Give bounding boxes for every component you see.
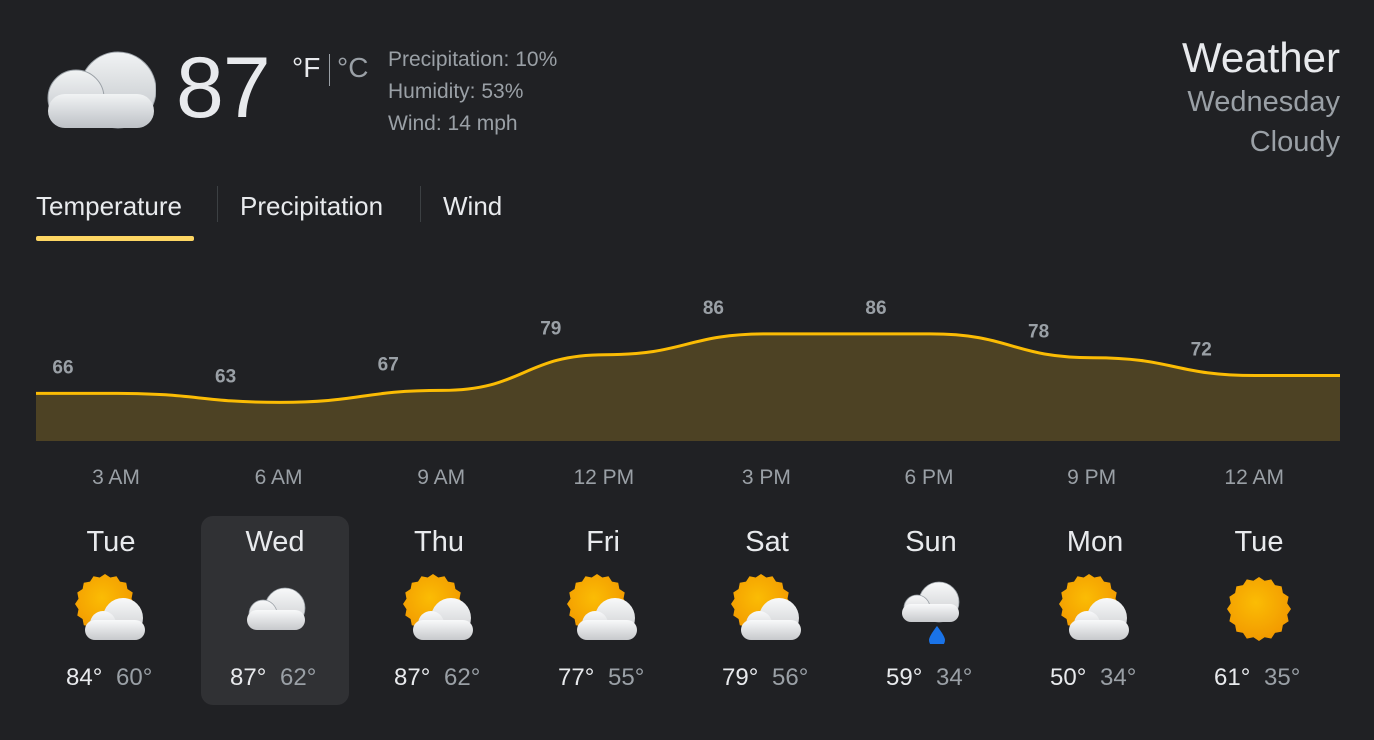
day-forecast-4[interactable]: Sat 79° 56° (693, 516, 841, 705)
day-name: Tue (1234, 526, 1284, 558)
temperature-data-label: 86 (703, 298, 724, 319)
cloudy-icon (47, 51, 156, 129)
temperature-area (36, 333, 1340, 441)
day-high-temp: 77° (558, 664, 595, 691)
day-name: Tue (86, 526, 136, 558)
humidity-stat: Humidity: 53% (388, 80, 524, 103)
tab-precipitation[interactable]: Precipitation (240, 188, 383, 224)
current-condition: Cloudy (1249, 126, 1340, 158)
temperature-data-label: 67 (378, 354, 399, 375)
day-low-temp: 34° (1100, 664, 1137, 691)
day-high-temp: 59° (886, 664, 923, 691)
tab-divider (217, 186, 218, 222)
day-name: Sun (905, 526, 957, 558)
day-low-temp: 56° (772, 664, 809, 691)
unit-divider (329, 54, 330, 86)
day-name: Mon (1066, 526, 1124, 558)
temperature-data-label: 66 (52, 357, 73, 378)
day-forecast-2[interactable]: Thu 87° 62° (365, 516, 513, 705)
tab-wind: Wind (443, 191, 503, 221)
partly-cloudy-icon (1059, 574, 1129, 640)
hour-label: 9 AM (417, 466, 466, 489)
partly-cloudy-icon (567, 574, 637, 640)
unit-fahrenheit-toggle[interactable]: °F (292, 52, 320, 84)
day-low-temp: 62° (444, 664, 481, 691)
day-high-temp: 87° (230, 664, 267, 691)
weather-title: Weather (1182, 34, 1340, 81)
hour-label: 3 PM (741, 466, 791, 489)
current-day: Wednesday (1187, 86, 1340, 118)
temperature-data-label: 63 (215, 366, 236, 387)
day-name: Sat (745, 526, 789, 558)
day-low-temp: 34° (936, 664, 973, 691)
day-low-temp: 62° (280, 664, 317, 691)
hour-label: 12 PM (573, 466, 635, 489)
sunny-icon (1227, 577, 1291, 641)
temperature-chart: 66 63 67 79 86 86 78 72 (35, 298, 1340, 441)
partly-cloudy-icon (403, 574, 473, 640)
precipitation-stat: Precipitation: 10% (388, 48, 558, 71)
day-high-temp: 79° (722, 664, 759, 691)
temperature-data-label: 86 (865, 298, 886, 319)
day-high-temp: 87° (394, 664, 431, 691)
day-low-temp: 35° (1264, 664, 1301, 691)
day-name: Fri (586, 526, 620, 558)
day-forecast-5[interactable]: Sun 59° 34° (857, 516, 1005, 705)
hour-label: 9 PM (1067, 466, 1117, 489)
tab-temperature[interactable]: Temperature (36, 188, 182, 224)
day-name: Wed (245, 526, 305, 558)
partly-cloudy-icon (731, 574, 801, 640)
wind-stat: Wind: 14 mph (388, 112, 518, 135)
day-forecast-3[interactable]: Fri 77° 55° (529, 516, 677, 705)
hour-label: 6 PM (904, 466, 954, 489)
partly-cloudy-icon (75, 574, 145, 640)
unit-celsius-toggle[interactable]: °C (337, 52, 368, 84)
temperature-data-label: 78 (1028, 322, 1049, 343)
day-high-temp: 50° (1050, 664, 1087, 691)
cloudy-icon (247, 587, 306, 630)
day-low-temp: 60° (116, 664, 153, 691)
tab-divider (420, 186, 421, 222)
day-low-temp: 55° (608, 664, 645, 691)
day-high-temp: 61° (1214, 664, 1251, 691)
day-forecast-6[interactable]: Mon 50° 34° (1021, 516, 1169, 705)
rain-icon (902, 581, 960, 644)
active-tab-indicator (36, 236, 194, 241)
temperature-data-label: 72 (1191, 340, 1212, 361)
temperature-data-label: 79 (540, 319, 561, 340)
day-forecast-7[interactable]: Tue 61° 35° (1185, 516, 1333, 705)
day-high-temp: 84° (66, 664, 103, 691)
hour-label: 12 AM (1224, 466, 1284, 489)
current-temperature: 87 (176, 40, 271, 136)
day-forecast-0[interactable]: Tue 84° 60° (37, 516, 185, 705)
hour-label: 6 AM (254, 466, 303, 489)
hour-label: 3 AM (92, 466, 140, 489)
day-forecast-1[interactable]: Wed 87° 62° (201, 516, 349, 705)
day-name: Thu (414, 526, 464, 558)
